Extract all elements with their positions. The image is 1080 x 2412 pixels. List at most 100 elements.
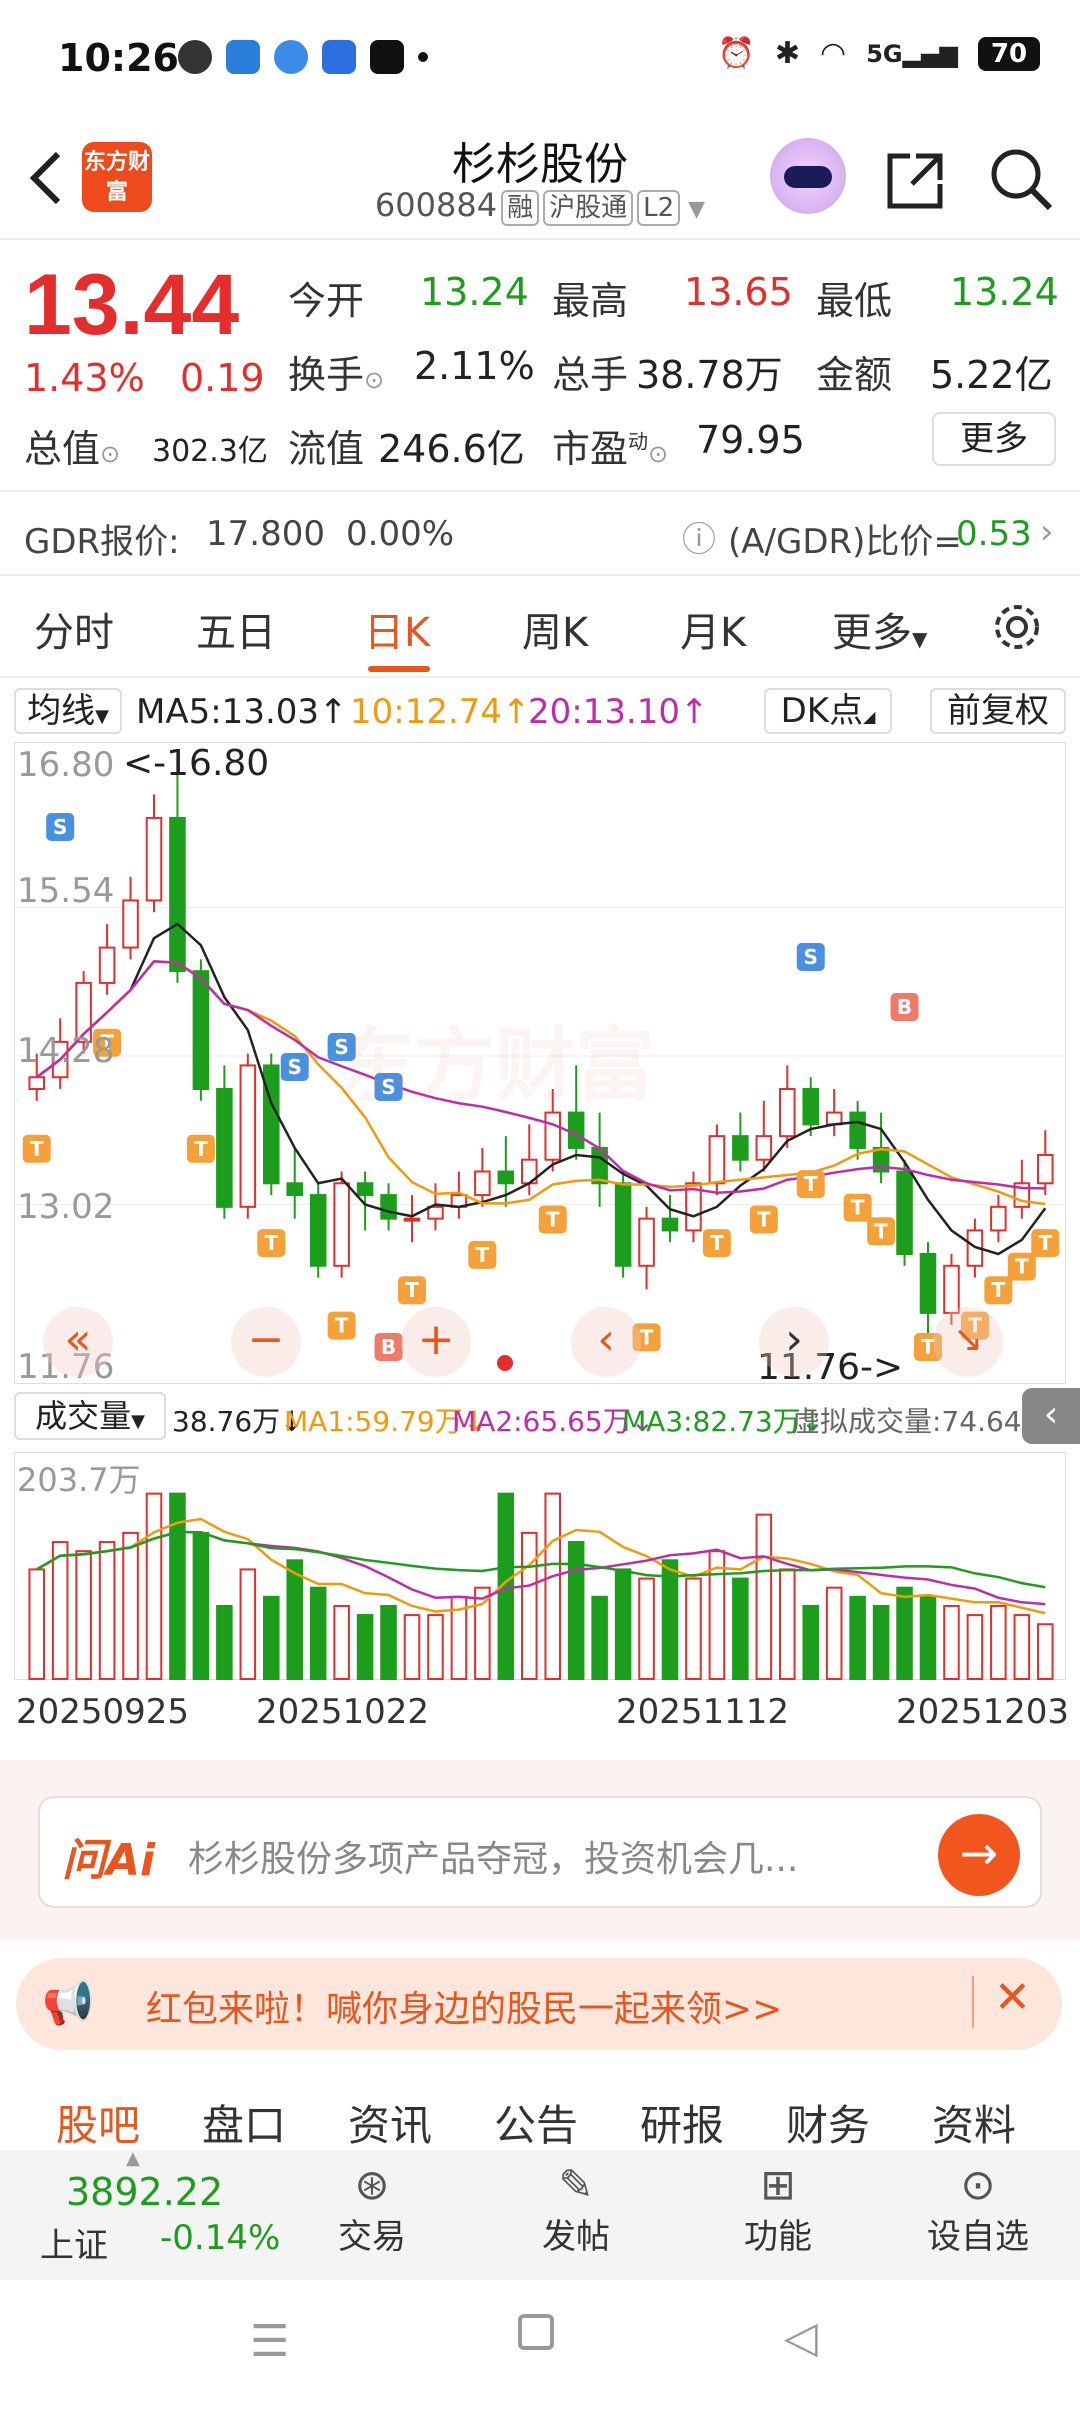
tab-research[interactable]: 研报 <box>640 2092 724 2153</box>
status-time: 10:26 <box>58 36 179 80</box>
tab-five-day[interactable]: 五日 <box>196 600 276 658</box>
tab-news[interactable]: 资讯 <box>348 2092 432 2153</box>
date-label: 20251112 <box>616 1692 790 1732</box>
trade-label: 交易 <box>338 2217 406 2257</box>
battery-indicator: 70 <box>978 36 1040 71</box>
volume-label: 总手 <box>552 353 629 397</box>
volume-svg[interactable] <box>15 1453 1067 1681</box>
gdr-pct: 0.00% <box>346 514 455 554</box>
volume-legend: 成交量▼ 38.76万↓ MA1:59.79万↓ MA2:65.65万↓ MA3… <box>0 1388 1080 1448</box>
svg-text:B: B <box>897 995 912 1019</box>
index-pct: -0.14% <box>160 2218 281 2258</box>
reset-icon[interactable]: ↘ <box>933 1307 1003 1377</box>
tag-connect: 沪股通 <box>543 190 634 226</box>
more-dot-icon <box>418 52 428 62</box>
redpack-banner[interactable]: 📢 红包来啦！喊你身边的股民一起来领>> ✕ <box>16 1958 1062 2050</box>
float-label: 流值 <box>288 427 365 471</box>
svg-text:T: T <box>335 1314 349 1338</box>
svg-text:T: T <box>757 1208 771 1232</box>
gdr-ratio: 0.53 <box>956 514 1032 554</box>
date-label: 20251022 <box>256 1692 430 1732</box>
ai-ask-box[interactable]: 问Ai 杉杉股份多项产品夺冠，投资机会几... → <box>38 1796 1042 1908</box>
ai-robot-icon[interactable] <box>770 138 846 214</box>
index-name[interactable]: 上证 <box>40 2218 108 2267</box>
amount-label: 金额 <box>816 353 893 397</box>
help-icon[interactable]: ⓘ <box>682 512 716 561</box>
pe-label[interactable]: 市盈动⊙ <box>552 418 668 473</box>
tiktok-icon <box>370 40 404 74</box>
zoom-in-icon[interactable]: + <box>401 1307 471 1377</box>
search-icon[interactable] <box>986 144 1056 214</box>
more-quote-button[interactable]: 更多 <box>932 412 1056 466</box>
chart-tabs: 分时 五日 日K 周K 月K 更多▼ <box>0 578 1080 678</box>
post-label: 发帖 <box>542 2217 610 2257</box>
index-value[interactable]: 3892.22 <box>66 2170 223 2214</box>
svg-text:T: T <box>874 1219 888 1243</box>
pe-value: 79.95 <box>696 418 805 462</box>
tab-profile[interactable]: 资料 <box>932 2092 1016 2153</box>
tab-more[interactable]: 更多▼ <box>832 600 927 658</box>
amount-value: 5.22亿 <box>930 353 1053 397</box>
status-bar: 10:26 ⏰ ✱ ◠ 5G▂▄▆ 70 <box>0 0 1080 120</box>
tab-intraday[interactable]: 分时 <box>34 600 114 658</box>
tab-announcements[interactable]: 公告 <box>494 2092 578 2153</box>
price-adjust-button[interactable]: 前复权 <box>930 688 1066 734</box>
collapse-panel-icon[interactable]: ‹ <box>1022 1388 1080 1444</box>
y-label-2: 15.54 <box>17 871 115 911</box>
trade-button[interactable]: ⊛ 交易 <box>322 2160 422 2258</box>
volume-chart[interactable]: 203.7万 <box>14 1452 1067 1681</box>
tab-daily-k[interactable]: 日K <box>364 600 430 658</box>
volume-indicator-select[interactable]: 成交量▼ <box>14 1392 166 1440</box>
change-amount: 0.19 <box>180 356 265 400</box>
gdr-price: 17.800 <box>206 514 325 554</box>
ai-send-icon[interactable]: → <box>938 1814 1020 1896</box>
zoom-out-icon[interactable]: − <box>231 1307 301 1377</box>
svg-text:T: T <box>264 1231 278 1255</box>
scroll-left-far-icon[interactable]: « <box>43 1307 113 1377</box>
info-icon: ⊙ <box>364 366 385 394</box>
scroll-right-icon[interactable]: › <box>759 1307 829 1377</box>
turnover-label[interactable]: 换手⊙ <box>288 344 384 399</box>
svg-text:T: T <box>710 1231 724 1255</box>
post-button[interactable]: ✎ 发帖 <box>526 2160 626 2258</box>
page-dot <box>497 1355 513 1371</box>
alarm-icon: ⏰ <box>717 36 755 71</box>
high-value: 13.65 <box>684 270 793 314</box>
gdr-row[interactable]: GDR报价: 17.800 0.00% ⓘ (A/GDR)比价= 0.53 › <box>0 494 1080 576</box>
mcap-value: 302.3亿 <box>152 434 268 469</box>
current-price: 13.44 <box>24 257 240 353</box>
svg-text:T: T <box>476 1243 490 1267</box>
tag-margin: 融 <box>501 190 540 226</box>
yen-icon: ⊛ <box>354 2160 390 2209</box>
stock-code: 600884 <box>374 186 498 224</box>
info-icon: ⊙ <box>648 440 669 468</box>
svg-text:T: T <box>1015 1255 1029 1279</box>
wechat-icon <box>178 40 212 74</box>
watermark: 东方财富 <box>335 1019 655 1112</box>
tab-finance[interactable]: 财务 <box>786 2092 870 2153</box>
back-nav-icon[interactable]: ◁ <box>784 2312 818 2363</box>
chevron-down-icon[interactable]: ▼ <box>688 197 705 222</box>
divider <box>972 1976 974 2028</box>
menu-icon[interactable]: ☰ <box>250 2316 289 2367</box>
function-button[interactable]: ⊞ 功能 <box>728 2160 828 2258</box>
y-label-max: 16.80 <box>17 745 115 785</box>
app-icon <box>226 40 260 74</box>
kline-chart[interactable]: TTTTTTTTTTTTTTTTTTTSSSSSBB 16.80 15.54 1… <box>14 742 1067 1388</box>
float-value: 246.6亿 <box>378 427 525 471</box>
dk-point-button[interactable]: DK点◢ <box>764 688 892 734</box>
add-watchlist-button[interactable]: ⊙ 设自选 <box>918 2160 1038 2258</box>
tab-monthly-k[interactable]: 月K <box>680 600 746 658</box>
tab-weekly-k[interactable]: 周K <box>522 600 588 658</box>
settings-gear-icon[interactable] <box>990 600 1044 654</box>
home-icon[interactable] <box>518 2314 554 2350</box>
tab-forum[interactable]: 股吧 <box>56 2092 140 2153</box>
share-icon[interactable] <box>880 144 950 214</box>
car-app-icon <box>322 40 356 74</box>
indicator-select[interactable]: 均线▼ <box>14 688 122 734</box>
close-icon[interactable]: ✕ <box>994 1972 1031 2023</box>
tab-orderbook[interactable]: 盘口 <box>202 2092 286 2153</box>
mcap-label[interactable]: 总值⊙ <box>24 418 120 473</box>
gdr-ratio-label: (A/GDR)比价= <box>728 522 962 562</box>
scroll-left-icon[interactable]: ‹ <box>571 1307 641 1377</box>
